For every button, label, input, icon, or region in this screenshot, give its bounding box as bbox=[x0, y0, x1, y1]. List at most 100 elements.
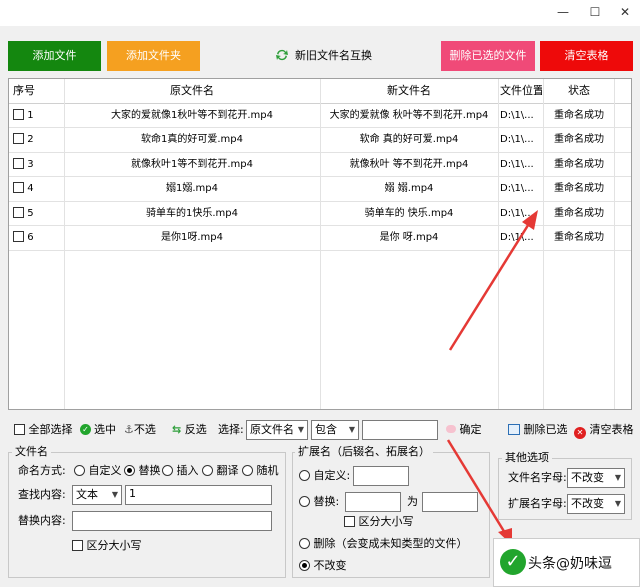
mode-insert-radio[interactable]: 插入 bbox=[162, 463, 199, 479]
row-new-name: 大家的爱就像 秋叶等不到花开.mp4 bbox=[329, 109, 489, 121]
replace-label: 替换内容: bbox=[18, 514, 66, 527]
row-status: 重命名成功 bbox=[554, 109, 604, 121]
header-new: 新文件名 bbox=[387, 84, 431, 97]
mode-random-radio[interactable]: 随机 bbox=[242, 463, 279, 479]
row-checkbox[interactable] bbox=[13, 231, 24, 242]
filename-letter-label: 文件名字母: bbox=[508, 471, 567, 484]
pink-dot-icon bbox=[446, 425, 456, 433]
mode-replace-radio[interactable]: 替换 bbox=[124, 463, 161, 479]
chevron-down-icon: ▼ bbox=[111, 490, 118, 499]
checkmark-icon: ✓ bbox=[500, 549, 526, 575]
row-no: 3 bbox=[27, 158, 34, 170]
clear-table-small-button[interactable]: ✕ 清空表格 bbox=[574, 422, 634, 439]
mode-translate-radio[interactable]: 翻译 bbox=[202, 463, 239, 479]
chevron-down-icon: ▼ bbox=[348, 425, 355, 434]
ext-replace-from-input[interactable] bbox=[345, 492, 401, 512]
header-no: 序号 bbox=[13, 84, 35, 97]
swap-label: 新旧文件名互换 bbox=[295, 49, 372, 62]
ext-keep-radio[interactable]: 不改变 bbox=[299, 558, 347, 574]
file-table: 序号 原文件名 新文件名 文件位置 状态 1 大家的爱就像1秋叶等不到花开.mp4… bbox=[8, 78, 632, 410]
row-location: D:\1\... bbox=[500, 134, 534, 145]
chevron-down-icon: ▼ bbox=[297, 425, 304, 434]
row-new-name: 软命 真的好可爱.mp4 bbox=[359, 134, 459, 145]
header-original: 原文件名 bbox=[170, 84, 214, 97]
row-new-name: 嫋 嫋.mp4 bbox=[384, 183, 434, 194]
clear-icon: ✕ bbox=[574, 427, 586, 439]
start-toast[interactable]: ✓ 头条@奶味逗 bbox=[493, 538, 640, 587]
row-checkbox[interactable] bbox=[13, 206, 24, 218]
row-new-name: 骑单车的 快乐.mp4 bbox=[364, 207, 454, 219]
swap-names-button[interactable]: 新旧文件名互换 bbox=[275, 46, 372, 66]
row-checkbox[interactable] bbox=[13, 133, 24, 144]
row-original-name: 大家的爱就像1秋叶等不到花开.mp4 bbox=[111, 109, 273, 121]
select-all-checkbox[interactable]: 全部选择 bbox=[14, 422, 73, 438]
ext-delete-radio[interactable]: 删除（会变成未知类型的文件） bbox=[299, 536, 468, 552]
choose-label: 选择: bbox=[218, 423, 244, 436]
row-status: 重命名成功 bbox=[554, 232, 604, 243]
row-checkbox[interactable] bbox=[13, 182, 24, 193]
anchor-icon: ⚓ bbox=[124, 423, 134, 436]
field-select[interactable]: 原文件名 ▼ bbox=[246, 420, 308, 440]
filename-group-title: 文件名 bbox=[12, 445, 51, 459]
select-button[interactable]: ✓ 选中 bbox=[80, 422, 116, 438]
row-original-name: 是你1呀.mp4 bbox=[161, 232, 223, 243]
check-icon: ✓ bbox=[80, 424, 91, 435]
ext-custom-radio[interactable]: 自定义: bbox=[299, 468, 350, 484]
row-no: 4 bbox=[27, 183, 34, 194]
add-file-button[interactable]: 添加文件 bbox=[8, 41, 101, 71]
ext-replace-radio[interactable]: 替换: bbox=[299, 494, 339, 510]
add-folder-button[interactable]: 添加文件夹 bbox=[107, 41, 200, 71]
ext-custom-input[interactable] bbox=[353, 466, 409, 486]
other-options-title: 其他选项 bbox=[502, 451, 552, 465]
row-new-name: 就像秋叶 等不到花开.mp4 bbox=[349, 158, 469, 170]
minimize-button[interactable]: — bbox=[548, 0, 578, 24]
naming-mode-label: 命名方式: bbox=[18, 464, 66, 477]
replace-input[interactable] bbox=[72, 511, 272, 531]
ext-letter-select[interactable]: 不改变 ▼ bbox=[567, 494, 625, 514]
close-button[interactable]: ✕ bbox=[610, 0, 640, 24]
chevron-down-icon: ▼ bbox=[614, 473, 621, 482]
ext-replace-to-input[interactable] bbox=[422, 492, 478, 512]
confirm-button[interactable]: 确定 bbox=[446, 422, 482, 438]
row-location: D:\1\... bbox=[500, 109, 534, 121]
row-original-name: 软命1真的好可爱.mp4 bbox=[141, 134, 243, 145]
deselect-button[interactable]: ⚓不选 bbox=[124, 422, 156, 438]
find-input[interactable]: 1 bbox=[125, 485, 272, 505]
header-status: 状态 bbox=[568, 84, 590, 97]
row-original-name: 嫋1嫋.mp4 bbox=[166, 183, 218, 194]
row-no: 6 bbox=[27, 232, 34, 243]
clear-table-button[interactable]: 清空表格 bbox=[540, 41, 633, 71]
chevron-down-icon: ▼ bbox=[614, 499, 621, 508]
invert-icon: ⇆ bbox=[172, 423, 182, 436]
find-type-select[interactable]: 文本 ▼ bbox=[72, 485, 122, 505]
filename-letter-select[interactable]: 不改变 ▼ bbox=[567, 468, 625, 488]
row-checkbox[interactable] bbox=[13, 108, 24, 120]
watermark-text: 头条@奶味逗 bbox=[528, 556, 612, 572]
row-no: 1 bbox=[27, 109, 34, 121]
row-status: 重命名成功 bbox=[554, 134, 604, 145]
row-new-name: 是你 呀.mp4 bbox=[379, 232, 439, 243]
delete-selected-button[interactable]: 删除已选 bbox=[508, 422, 568, 438]
ext-case-checkbox[interactable]: 区分大小写 bbox=[344, 514, 414, 530]
maximize-button[interactable]: ☐ bbox=[580, 0, 610, 24]
invert-button[interactable]: ⇆ 反选 bbox=[172, 422, 207, 438]
row-no: 5 bbox=[27, 207, 34, 219]
ext-letter-label: 扩展名字母: bbox=[508, 497, 567, 510]
row-status: 重命名成功 bbox=[554, 158, 604, 170]
row-location: D:\1\... bbox=[500, 207, 534, 219]
row-location: D:\1\... bbox=[500, 183, 534, 194]
row-status: 重命名成功 bbox=[554, 207, 604, 219]
extension-group-title: 扩展名（后辍名、拓展名） bbox=[295, 445, 433, 459]
row-status: 重命名成功 bbox=[554, 183, 604, 194]
row-checkbox[interactable] bbox=[13, 157, 24, 169]
match-text-input[interactable] bbox=[362, 420, 438, 440]
row-original-name: 就像秋叶1等不到花开.mp4 bbox=[131, 158, 253, 170]
delete-selected-files-button[interactable]: 删除已选的文件 bbox=[441, 41, 535, 71]
header-location: 文件位置 bbox=[500, 84, 542, 97]
ext-to-label: 为 bbox=[407, 495, 418, 508]
swap-icon bbox=[276, 49, 288, 61]
row-no: 2 bbox=[27, 134, 34, 145]
filename-case-checkbox[interactable]: 区分大小写 bbox=[72, 538, 142, 554]
match-select[interactable]: 包含 ▼ bbox=[311, 420, 359, 440]
mode-custom-radio[interactable]: 自定义 bbox=[74, 463, 122, 479]
